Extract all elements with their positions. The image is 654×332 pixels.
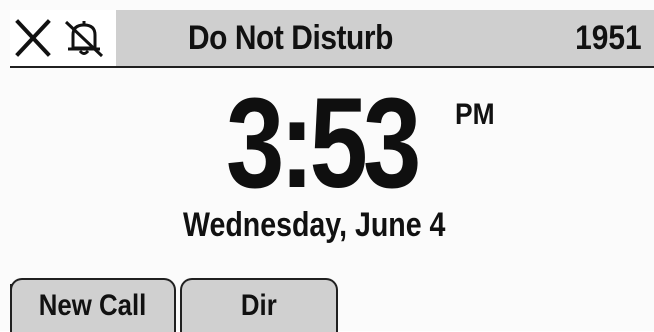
phone-screen: Do Not Disturb 1951 3:53 PM Wednesday, J…: [0, 0, 654, 332]
clock-time: 3:53: [226, 72, 421, 215]
status-icons: [10, 10, 116, 66]
status-title: Do Not Disturb: [188, 19, 393, 57]
new-call-softkey[interactable]: New Call: [10, 278, 176, 332]
softkey-label: Dir: [241, 289, 277, 322]
clock-date: Wednesday, June 4: [183, 206, 446, 244]
line-extension: 1951: [575, 19, 642, 57]
softkey-label: New Call: [39, 289, 147, 322]
status-bar: Do Not Disturb 1951: [10, 10, 654, 68]
clock-meridiem: PM: [455, 98, 495, 131]
directory-softkey[interactable]: Dir: [180, 278, 338, 332]
close-x-icon: [14, 18, 52, 63]
bell-muted-icon: [60, 18, 108, 63]
